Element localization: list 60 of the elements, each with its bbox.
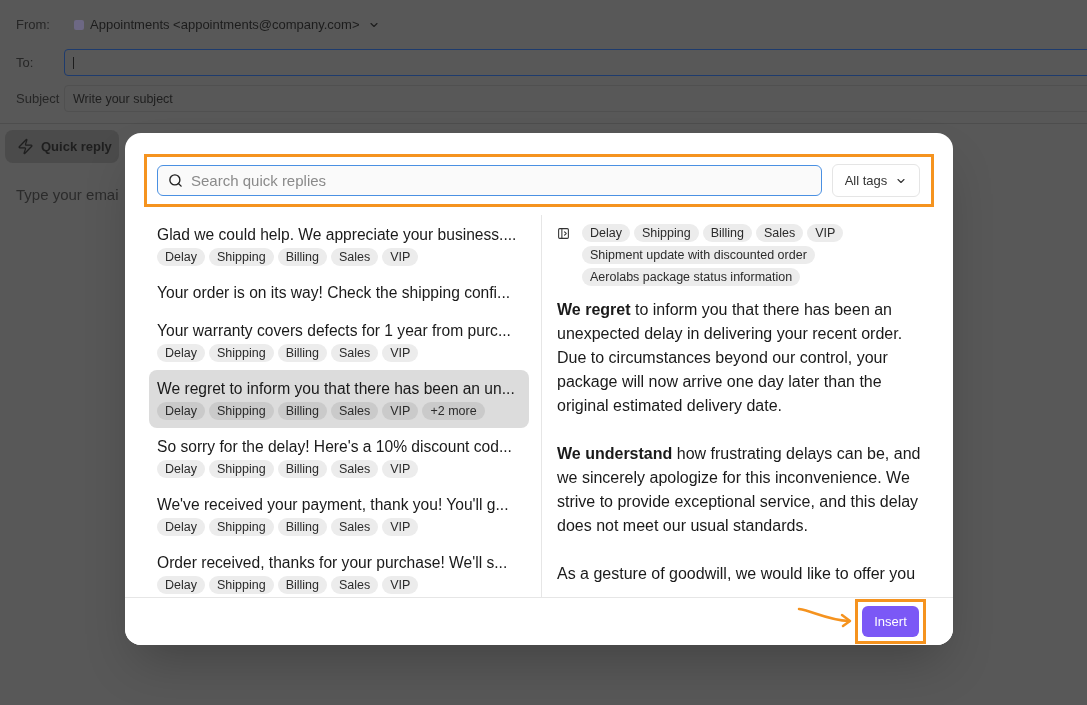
category-tag: Sales: [331, 248, 379, 266]
reply-title: Order received, thanks for your purchase! We'll s...: [157, 553, 509, 573]
preview-paragraph: We understand how frustrating delays can be, and we sincerely apologize for this inconvenience. We strive to provide exceptional service, and this delay does not meet our usual standards.: [557, 444, 922, 536]
reply-title: We've received your payment, thank you! You'll g...: [157, 495, 510, 515]
category-tag: Shipping: [633, 224, 699, 242]
category-tag: Delay: [157, 344, 205, 362]
reply-title: Your order is on its way! Check the shipping confi...: [157, 283, 512, 303]
more-tags-count: +2 more: [422, 402, 485, 420]
category-tag: Billing: [277, 460, 327, 478]
category-tag: VIP: [382, 576, 419, 594]
category-tag: Shipment update with discounted order: [582, 246, 815, 264]
category-tag: Delay: [157, 518, 205, 536]
category-tag: Sales: [331, 402, 379, 420]
tag-filter-dropdown[interactable]: All tags: [832, 164, 920, 197]
to-field[interactable]: [64, 49, 1087, 76]
category-tag: Delay: [157, 402, 205, 420]
subject-field[interactable]: Write your subject: [64, 85, 1087, 112]
reply-title: Your warranty covers defects for 1 year from purc...: [157, 321, 512, 341]
category-tag: VIP: [382, 344, 419, 362]
category-tag: Billing: [277, 344, 327, 362]
category-tag: VIP: [382, 248, 419, 266]
category-tag: Delay: [157, 576, 205, 594]
category-tag: Billing: [277, 576, 327, 594]
sender-swatch-icon: [74, 20, 84, 30]
category-tag: Shipping: [208, 460, 274, 478]
reply-title: Glad we could help. We appreciate your business....: [157, 225, 518, 245]
category-tag: Billing: [702, 224, 752, 242]
category-tag: Shipping: [208, 402, 274, 420]
preview-paragraph: As a gesture of goodwill, we would like to offer you: [557, 564, 917, 584]
category-tag: Sales: [756, 224, 804, 242]
quick-reply-item[interactable]: We regret to inform you that there has been an un... Delay Shipping Billing Sales VIP +2 more: [149, 370, 529, 428]
category-tag: VIP: [382, 402, 419, 420]
category-tag: Shipping: [208, 576, 274, 594]
preview-paragraph: We regret to inform you that there has been an unexpected delay in delivering your recent order. Due to circumstances beyond our control, your package will now arrive one day later than the original estimated delivery date.: [557, 300, 904, 416]
category-tag: VIP: [807, 224, 844, 242]
category-tag: VIP: [382, 460, 419, 478]
category-tag: Shipping: [208, 248, 274, 266]
category-tag: Sales: [331, 518, 379, 536]
reply-title: We regret to inform you that there has been an un...: [157, 379, 516, 399]
category-tag: Shipping: [208, 518, 274, 536]
sidebar-panel-icon[interactable]: [557, 227, 570, 240]
search-field[interactable]: Search quick replies: [157, 165, 822, 196]
category-tag: Sales: [331, 460, 379, 478]
category-tag: Delay: [582, 224, 630, 242]
insert-button[interactable]: Insert: [862, 606, 919, 637]
annotation-arrow: [797, 606, 853, 628]
reply-title: So sorry for the delay! Here's a 10% discount cod...: [157, 437, 513, 457]
text-cursor-icon: [73, 56, 74, 69]
lightning-icon: [17, 138, 34, 155]
search-icon: [168, 173, 183, 188]
category-tag: Sales: [331, 344, 379, 362]
category-tag: Aerolabs package status information: [582, 268, 801, 286]
category-tag: Sales: [331, 576, 379, 594]
category-tag: Billing: [277, 248, 327, 266]
category-tag: Shipping: [208, 344, 274, 362]
category-tag: Delay: [157, 248, 205, 266]
category-tag: Delay: [157, 460, 205, 478]
category-tag: Billing: [277, 402, 327, 420]
category-tag: VIP: [382, 518, 419, 536]
category-tag: Billing: [277, 518, 327, 536]
